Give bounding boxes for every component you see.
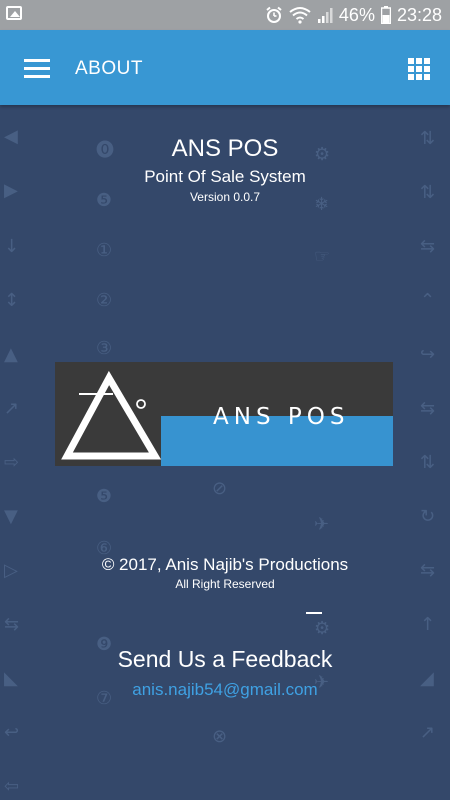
circled-five-icon: ❺ <box>96 486 113 507</box>
app-version: Version 0.0.7 <box>189 190 261 204</box>
about-screen: 46% 23:28 ABOUT ◀ ▶ ↓ ↕ ▲ ↗ ⇨ ▼ ▷ ⇆ ◣ ↩ … <box>0 0 450 800</box>
battery-icon <box>380 6 391 24</box>
swap-icon: ⇆ <box>420 398 436 419</box>
page-title: ABOUT <box>75 58 143 79</box>
status-icons: 46% 23:28 <box>265 4 442 26</box>
arrow-right-icon: ⇨ <box>4 452 20 473</box>
chevron-up-icon: ⌃ <box>420 290 436 311</box>
battery-percentage: 46% <box>338 5 375 25</box>
arrow-swap-icon: ⇆ <box>4 614 20 635</box>
arrow-down-icon: ↓ <box>4 236 20 257</box>
copyright-text: © 2017, Anis Najib's Productions <box>101 555 349 574</box>
divider <box>306 612 322 614</box>
feedback-email-link[interactable]: anis.najib54@gmail.com <box>0 680 450 700</box>
gear-icon: ⚙ <box>314 618 331 639</box>
wifi-icon <box>289 7 311 24</box>
arrow-left-icon: ⇦ <box>4 776 20 797</box>
app-bar: ABOUT <box>0 30 450 105</box>
arrow-diagonal-icon: ↗ <box>4 398 20 419</box>
app-name: ANS POS <box>171 135 279 162</box>
circled-three-icon: ③ <box>96 338 113 359</box>
triangle-down-icon: ▼ <box>4 506 18 527</box>
rights-text: All Right Reserved <box>175 577 275 591</box>
hamburger-menu-icon[interactable] <box>14 48 62 88</box>
circled-two-icon: ② <box>96 290 113 311</box>
refresh-icon: ↻ <box>420 506 436 527</box>
feedback-title: Send Us a Feedback <box>117 646 333 672</box>
arrow-diagonal-icon: ↗ <box>420 722 436 743</box>
arrow-return-icon: ↩ <box>4 722 20 743</box>
no-entry-icon: ⊘ <box>212 478 228 499</box>
arrow-up-icon: ↑ <box>420 614 436 635</box>
arrow-updown-icon: ↕ <box>4 290 20 311</box>
plane-icon: ✈ <box>314 514 330 535</box>
triangle-up-icon: ▲ <box>4 344 18 365</box>
logo-text: ANS POS <box>213 404 350 430</box>
swap-icon: ⇆ <box>420 236 436 257</box>
app-subtitle: Point Of Sale System <box>144 167 306 186</box>
status-bar: 46% 23:28 <box>0 0 450 30</box>
alarm-icon <box>266 6 282 23</box>
image-icon <box>6 6 22 20</box>
status-time: 23:28 <box>396 5 442 25</box>
triangle-logo-icon <box>61 370 162 460</box>
arrow-turn-icon: ↪ <box>420 344 436 365</box>
circled-x-icon: ⊗ <box>212 726 228 747</box>
signal-icon <box>317 8 333 23</box>
ans-pos-logo: ANS POS <box>55 362 393 466</box>
sort-icon: ⇅ <box>420 452 436 473</box>
hand-point-icon: ☞ <box>314 246 331 267</box>
apps-grid-icon[interactable] <box>402 52 436 86</box>
circled-one-icon: ① <box>96 240 113 261</box>
